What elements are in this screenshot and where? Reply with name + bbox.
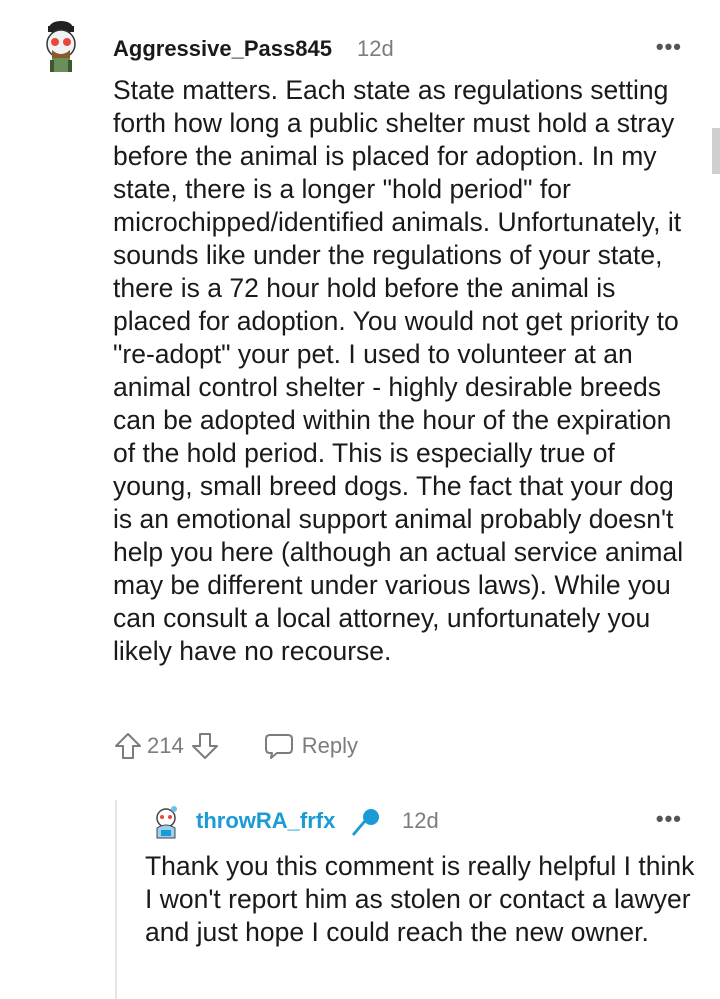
scrollbar-thumb[interactable] bbox=[712, 128, 720, 174]
reply-body: Thank you this comment is really helpful… bbox=[145, 851, 695, 947]
comment-age: 12d bbox=[357, 36, 394, 61]
downvote-icon[interactable] bbox=[190, 731, 220, 761]
reply-age: 12d bbox=[402, 808, 439, 833]
upvote-icon[interactable] bbox=[113, 731, 143, 761]
vote-count: 214 bbox=[147, 733, 184, 758]
reply-username[interactable]: throwRA_frfx bbox=[196, 808, 335, 834]
reply-avatar[interactable] bbox=[148, 804, 184, 840]
vote-controls: 214 bbox=[113, 731, 220, 761]
thread-line[interactable] bbox=[115, 800, 117, 999]
reply-more-options-icon[interactable]: ••• bbox=[656, 806, 682, 832]
microphone-icon bbox=[352, 809, 379, 836]
more-options-icon[interactable]: ••• bbox=[656, 34, 682, 60]
reply-label: Reply bbox=[301, 733, 358, 758]
comment-body: State matters. Each state as regulations… bbox=[113, 75, 684, 666]
comment-actions: 214 Reply bbox=[113, 729, 358, 763]
reply-button[interactable]: Reply bbox=[264, 732, 358, 760]
comment-bubble-icon bbox=[264, 734, 293, 759]
user-avatar[interactable] bbox=[30, 16, 92, 78]
comment-username[interactable]: Aggressive_Pass845 bbox=[113, 36, 332, 62]
